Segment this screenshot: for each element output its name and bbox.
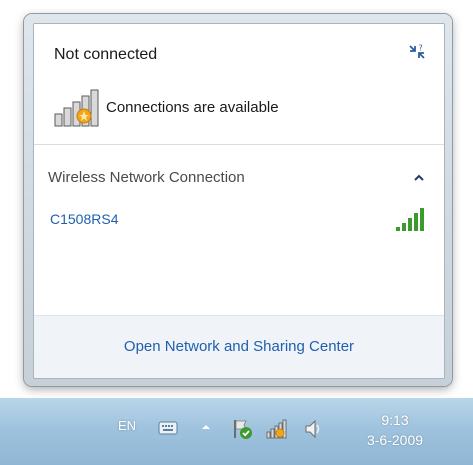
keyboard-icon[interactable] — [158, 420, 178, 436]
clock-date: 3-6-2009 — [366, 432, 424, 448]
up-arrow-icon[interactable] — [200, 421, 212, 433]
language-indicator[interactable]: EN — [118, 418, 136, 433]
taskbar: EN 9:13 3-6-2009 — [0, 398, 473, 465]
svg-text:?: ? — [419, 44, 423, 53]
connections-available-row: Connections are available — [52, 86, 279, 130]
speaker-icon[interactable] — [304, 418, 322, 440]
network-troubleshoot-icon[interactable]: ? — [404, 42, 430, 62]
connections-available-text: Connections are available — [106, 98, 279, 116]
signal-strength-icon — [396, 208, 424, 231]
network-name: C1508RS4 — [50, 211, 119, 227]
clock-time: 9:13 — [381, 412, 409, 428]
flyout-footer: Open Network and Sharing Center — [34, 315, 444, 378]
flyout-panel: Not connected ? Connections are availabl… — [33, 23, 445, 379]
flag-check-icon[interactable] — [230, 417, 254, 441]
divider — [34, 144, 444, 145]
network-tray-icon[interactable] — [265, 418, 289, 440]
connection-status-title: Not connected — [54, 46, 158, 63]
wireless-section-header: Wireless Network Connection — [48, 169, 245, 186]
network-flyout: Not connected ? Connections are availabl… — [24, 14, 452, 386]
chevron-up-icon[interactable] — [408, 168, 430, 188]
network-list-item[interactable]: C1508RS4 — [40, 199, 436, 239]
clock[interactable]: 9:13 3-6-2009 — [360, 410, 430, 450]
open-network-sharing-center-link[interactable]: Open Network and Sharing Center — [34, 338, 444, 355]
signal-bars-with-star-icon — [54, 89, 99, 127]
